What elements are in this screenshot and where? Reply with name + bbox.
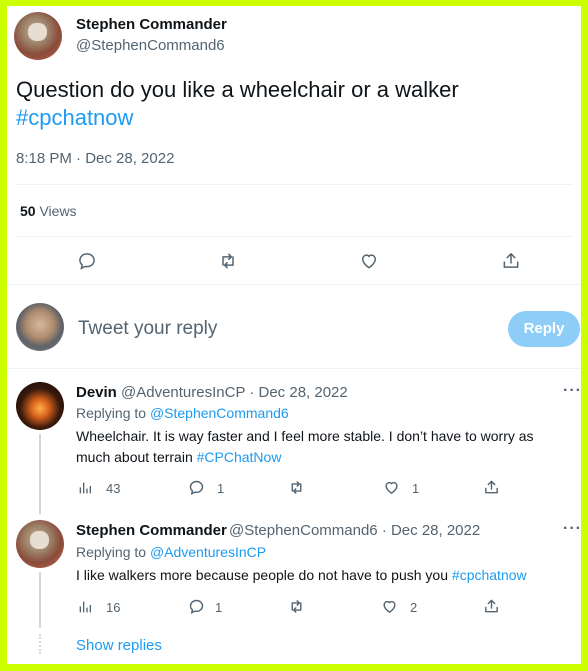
divider (7, 368, 581, 369)
views-count[interactable]: 50 Views (20, 203, 77, 219)
replying-to-label: Replying to (76, 544, 150, 560)
tweet-hashtag[interactable]: #cpchatnow (16, 105, 133, 130)
likes-metric: 1 (412, 481, 420, 496)
tweet-timestamp[interactable]: 8:18 PM · Dec 28, 2022 (16, 150, 174, 167)
divider (15, 236, 573, 237)
author-avatar[interactable] (14, 12, 62, 60)
reply-avatar-devin[interactable] (16, 382, 64, 430)
retweet-icon[interactable] (217, 251, 239, 271)
tweet-text: Question do you like a wheelchair or a w… (16, 76, 556, 132)
reply-text: I like walkers more because people do no… (76, 565, 576, 586)
replying-to-handle[interactable]: @StephenCommand6 (150, 405, 289, 421)
views-metric: 43 (106, 481, 121, 496)
replies-metric: 1 (217, 481, 225, 496)
thread-line (39, 434, 41, 514)
reply-author-name[interactable]: Devin (76, 384, 117, 401)
reply-text-line2: much about terrain (76, 449, 197, 465)
reply-meta[interactable]: @StephenCommand6 · Dec 28, 2022 (229, 522, 480, 539)
replying-to: Replying to @AdventuresInCP (76, 544, 266, 560)
views-metric: 16 (106, 600, 121, 615)
author-name[interactable]: Stephen Commander (76, 16, 227, 33)
analytics-icon[interactable] (77, 599, 93, 615)
tweet-thread: Stephen Commander @StephenCommand6 Quest… (7, 6, 581, 664)
replying-to-handle[interactable]: @AdventuresInCP (150, 544, 266, 560)
share-icon[interactable] (483, 478, 500, 496)
reply-avatar-stephen[interactable] (16, 520, 64, 568)
like-icon[interactable] (359, 251, 379, 271)
likes-metric: 2 (410, 600, 418, 615)
thread-dots (39, 634, 41, 654)
reply-text-body: I like walkers more because people do no… (76, 567, 452, 583)
reply-button[interactable]: Reply (508, 311, 580, 347)
retweet-icon[interactable] (287, 479, 306, 496)
more-icon[interactable]: ··· (563, 382, 581, 400)
thread-line (39, 572, 41, 628)
like-icon[interactable] (381, 598, 398, 615)
reply-icon[interactable] (77, 251, 97, 271)
share-icon[interactable] (483, 597, 500, 615)
replying-to-label: Replying to (76, 405, 150, 421)
reply-hashtag[interactable]: #cpchatnow (452, 567, 527, 583)
share-icon[interactable] (501, 250, 521, 271)
retweet-icon[interactable] (287, 598, 306, 615)
author-handle[interactable]: @StephenCommand6 (76, 37, 225, 54)
divider (15, 184, 573, 185)
reply-text: Wheelchair. It is way faster and I feel … (76, 426, 576, 468)
more-icon[interactable]: ··· (563, 520, 581, 538)
tweet-body: Question do you like a wheelchair or a w… (16, 77, 459, 102)
replies-metric: 1 (215, 600, 223, 615)
analytics-icon[interactable] (77, 480, 93, 496)
reply-text-line1: Wheelchair. It is way faster and I feel … (76, 428, 534, 444)
replying-to: Replying to @StephenCommand6 (76, 405, 289, 421)
reply-author-name[interactable]: Stephen Commander (76, 522, 227, 539)
reply-meta[interactable]: @AdventuresInCP · Dec 28, 2022 (121, 384, 348, 401)
views-number: 50 (20, 203, 36, 219)
divider (7, 284, 581, 285)
reply-hashtag[interactable]: #CPChatNow (197, 449, 282, 465)
reply-icon[interactable] (188, 598, 205, 615)
reply-input[interactable]: Tweet your reply (78, 318, 217, 340)
show-replies-link[interactable]: Show replies (76, 637, 162, 654)
views-label: Views (35, 203, 77, 219)
reply-icon[interactable] (188, 479, 205, 496)
current-user-avatar[interactable] (16, 303, 64, 351)
like-icon[interactable] (383, 479, 400, 496)
